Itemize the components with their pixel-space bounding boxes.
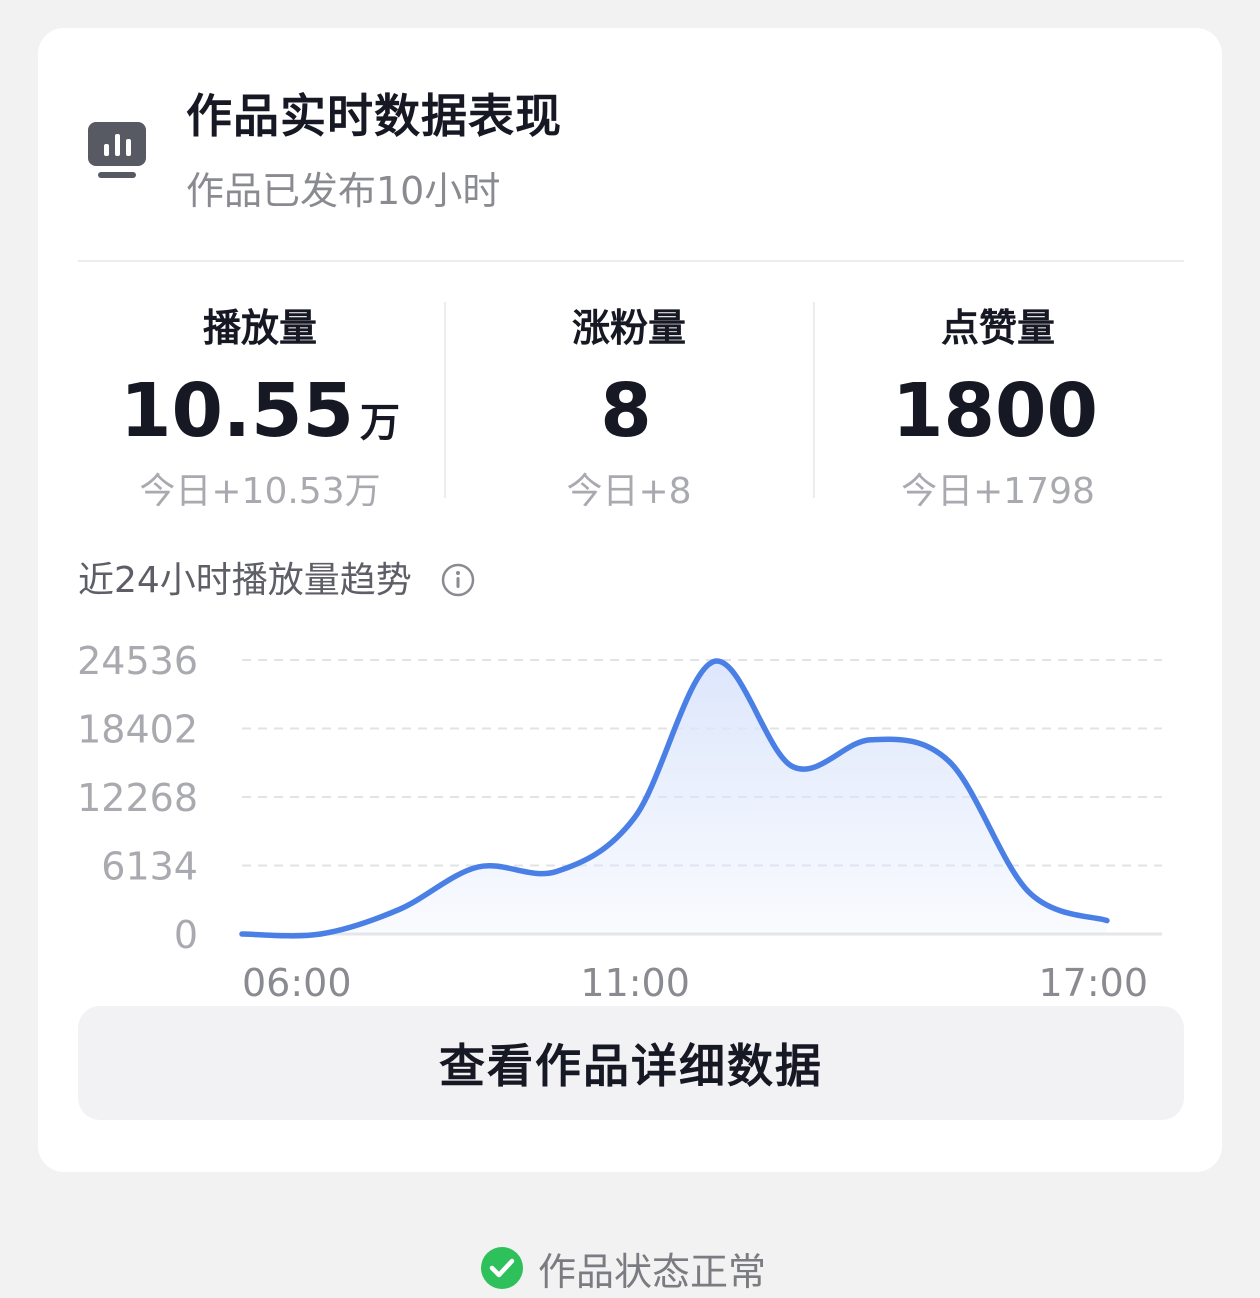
x-tick-label: 17:00 — [1038, 961, 1148, 1005]
y-tick-label: 24536 — [77, 639, 198, 683]
status-row: 作品状态正常 — [480, 1238, 766, 1298]
status-text: 作品状态正常 — [538, 1249, 767, 1294]
y-tick-label: 12268 — [77, 776, 198, 820]
x-tick-label: 06:00 — [242, 961, 352, 1005]
view-details-button[interactable]: 查看作品详细数据 — [78, 1006, 1184, 1120]
y-tick-label: 0 — [174, 913, 198, 957]
check-circle-icon — [481, 1247, 523, 1289]
y-tick-label: 18402 — [77, 708, 198, 752]
x-tick-label: 11:00 — [580, 961, 690, 1005]
y-tick-label: 6134 — [101, 845, 198, 889]
data-card: 作品实时数据表现 作品已发布10小时 播放量 10.55 万 今日+10.53万 … — [38, 28, 1222, 1172]
play-trend-chart: 24536 18402 12268 6134 0 06:00 11:00 17:00 — [77, 639, 1162, 1005]
